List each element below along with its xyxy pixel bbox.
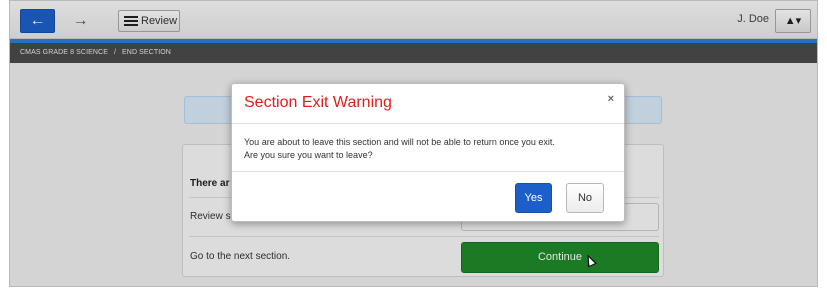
dialog-title: Section Exit Warning bbox=[244, 94, 392, 111]
dialog-message-line1: You are about to leave this section and … bbox=[244, 137, 555, 147]
close-icon[interactable]: × bbox=[608, 93, 614, 105]
dialog-header: Section Exit Warning × bbox=[232, 84, 624, 124]
yes-button[interactable]: Yes bbox=[515, 183, 552, 213]
dialog-footer: Yes No bbox=[232, 171, 624, 222]
no-button[interactable]: No bbox=[566, 183, 604, 213]
section-exit-dialog: Section Exit Warning × You are about to … bbox=[231, 83, 625, 222]
app-window: ← → Review J. Doe ▲▾ CMAS GRADE 8 SCIENC… bbox=[9, 0, 818, 287]
dialog-message-line2: Are you sure you want to leave? bbox=[244, 150, 373, 160]
dialog-body: You are about to leave this section and … bbox=[244, 136, 614, 162]
